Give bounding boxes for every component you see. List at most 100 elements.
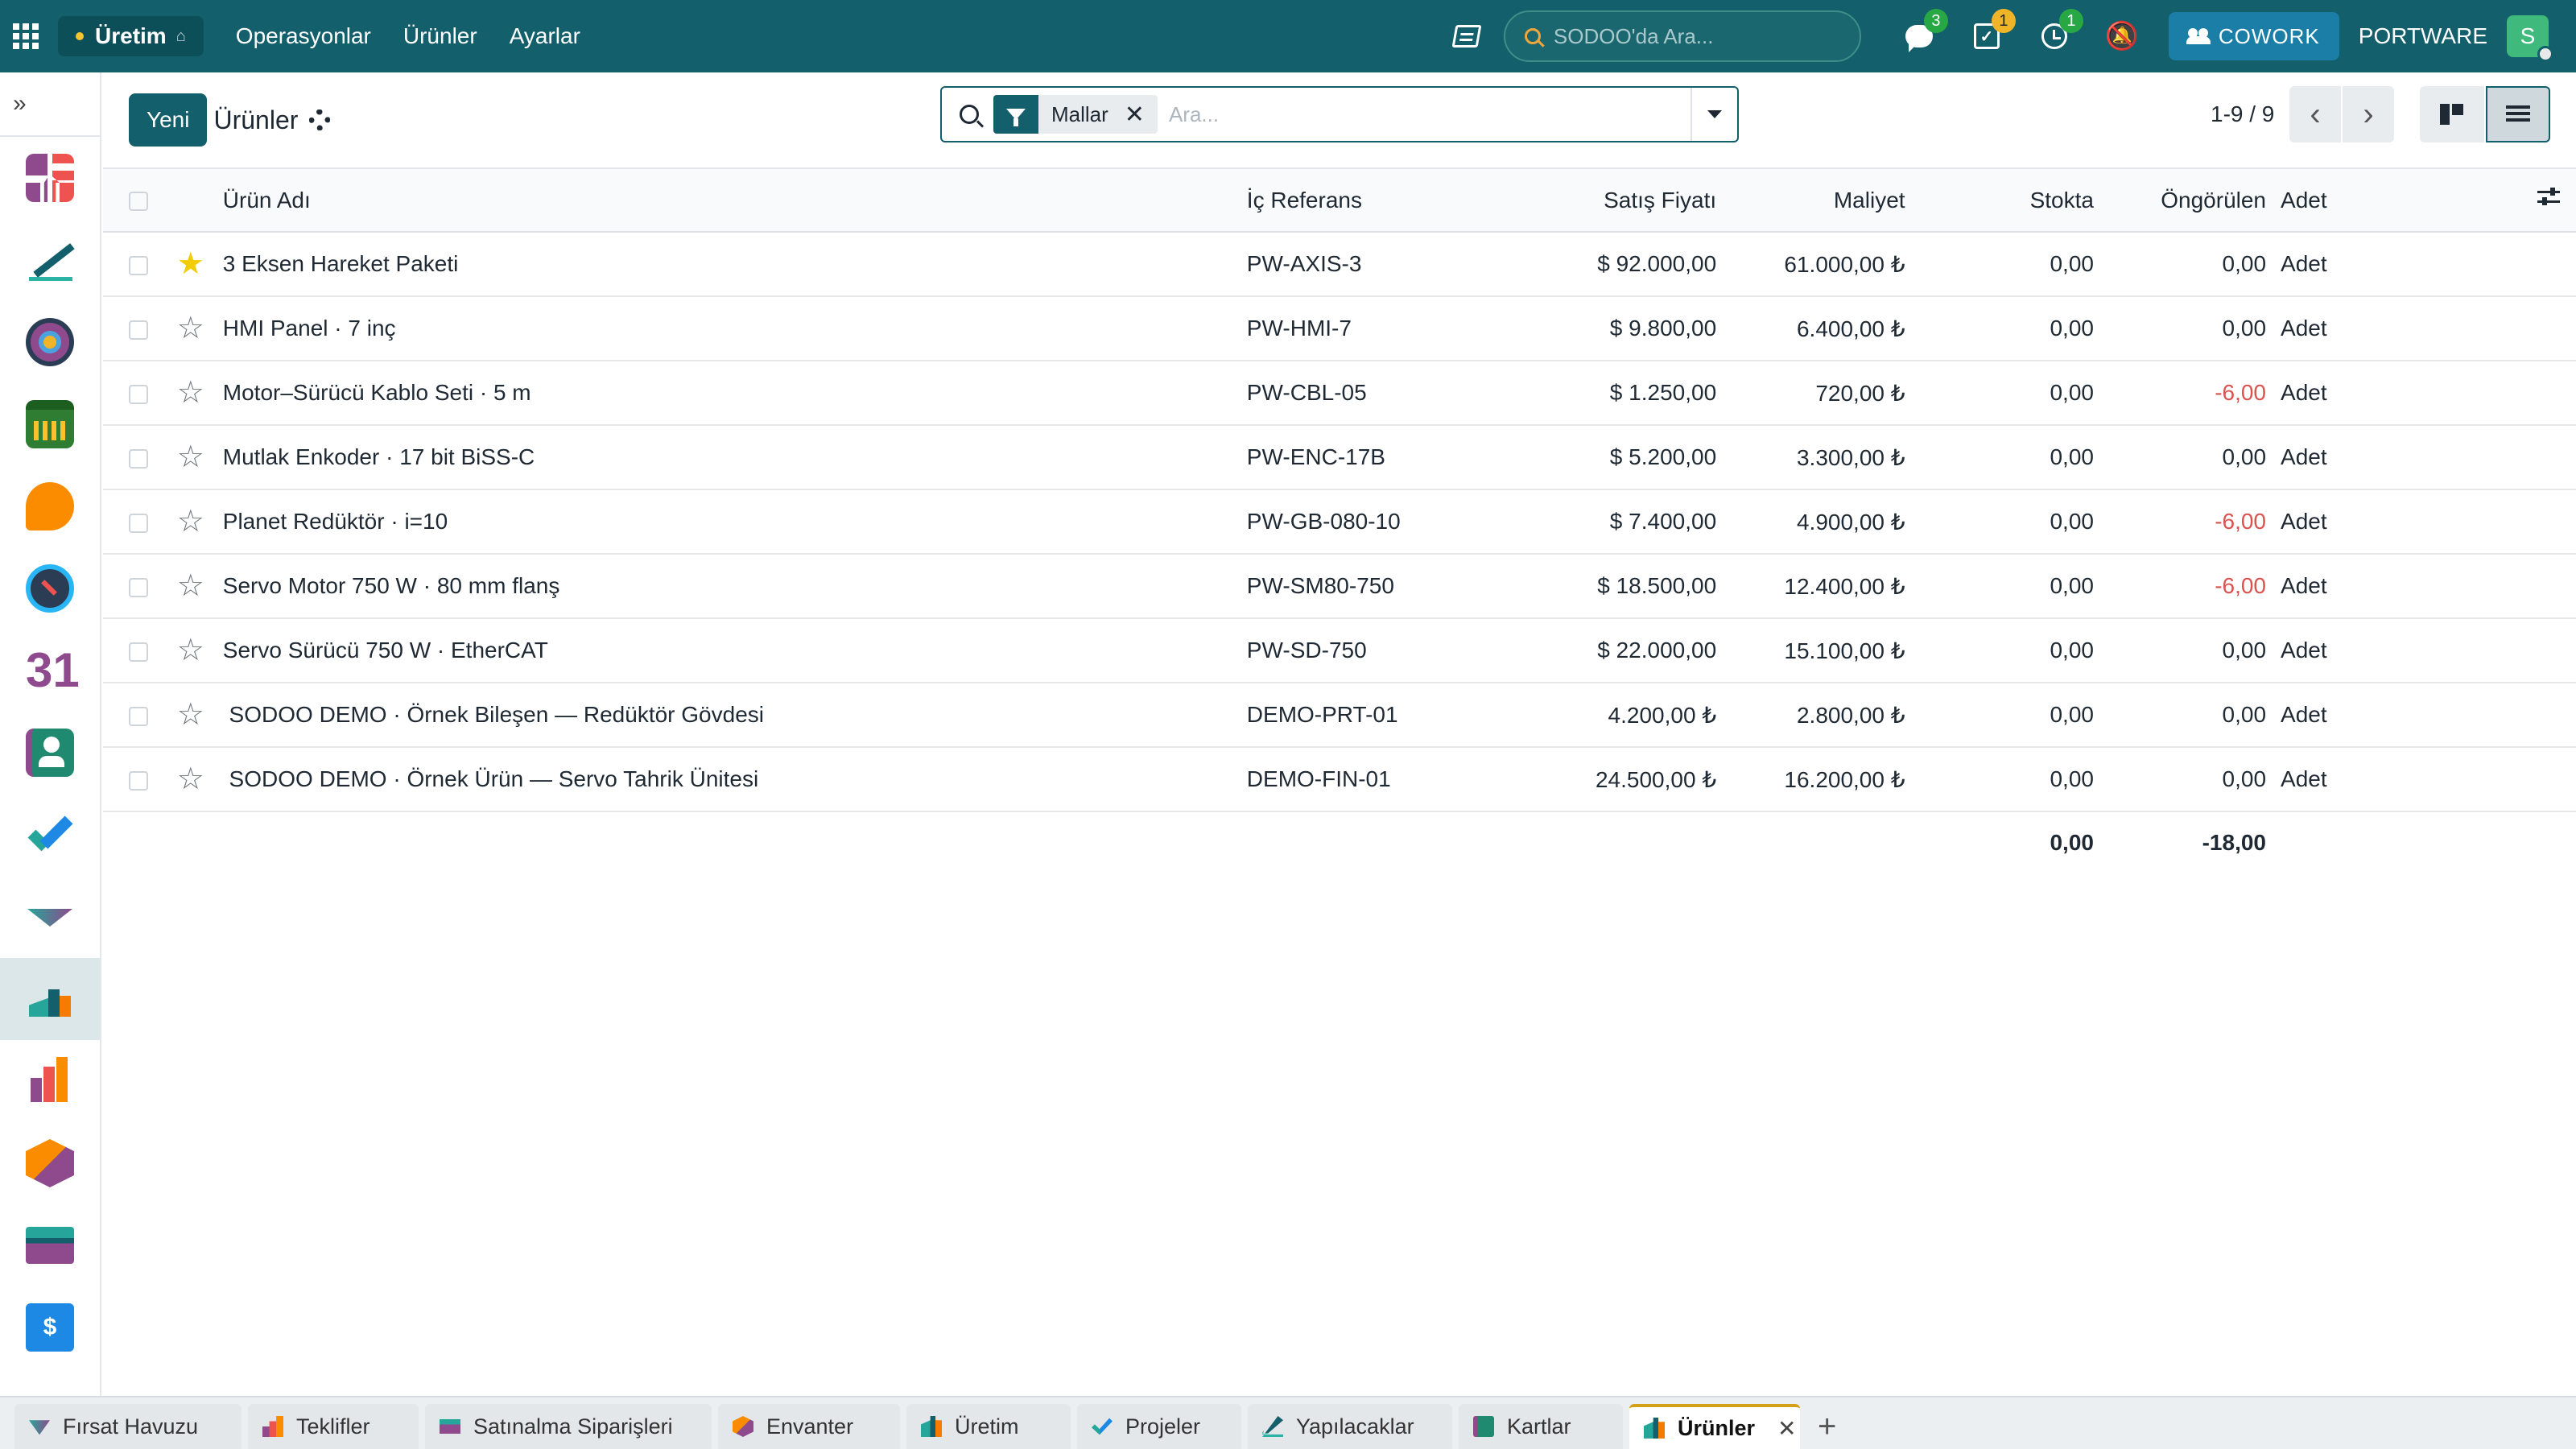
cowork-button[interactable]: COWORK — [2168, 12, 2339, 60]
row-select-cell — [103, 683, 177, 748]
tab-pipeline[interactable]: Fırsat Havuzu — [14, 1404, 242, 1449]
header-unit-label[interactable]: Adet — [2281, 188, 2327, 213]
app-sidebar: » 31 $ — [0, 72, 101, 1396]
cell-unit: Adet — [2281, 361, 2576, 426]
header-forecast[interactable]: Öngörülen — [2107, 169, 2281, 233]
star-outline-icon[interactable]: ☆ — [177, 376, 204, 410]
sidebar-app-crm[interactable] — [0, 876, 100, 958]
global-search-input[interactable] — [1553, 23, 1827, 49]
total-on-hand: 0,00 — [2050, 829, 2094, 855]
row-checkbox[interactable] — [129, 577, 148, 597]
sidebar-expand-button[interactable]: » — [0, 72, 100, 137]
header-ref[interactable]: İç Referans — [1246, 169, 1518, 233]
star-outline-icon[interactable]: ☆ — [177, 634, 204, 667]
row-checkbox[interactable] — [129, 320, 148, 340]
star-outline-icon[interactable]: ☆ — [177, 312, 204, 345]
search-options-toggle[interactable] — [1690, 88, 1737, 141]
app-menu-button[interactable] — [0, 0, 52, 72]
todo-button[interactable]: ✓ 1 — [1971, 9, 2016, 52]
row-checkbox[interactable] — [129, 384, 148, 404]
tab-purchase-orders[interactable]: Satınalma Siparişleri — [425, 1404, 712, 1449]
list-view-button[interactable] — [2486, 86, 2550, 142]
header-name[interactable]: Ürün Adı — [222, 169, 1247, 233]
sidebar-app-live-chat[interactable] — [0, 465, 100, 547]
header-on-hand[interactable]: Stokta — [1919, 169, 2108, 233]
sidebar-app-community[interactable] — [0, 301, 100, 383]
star-outline-icon[interactable]: ☆ — [177, 505, 204, 539]
row-checkbox[interactable] — [129, 255, 148, 275]
sidebar-app-todo[interactable] — [0, 794, 100, 876]
sidebar-app-calendar[interactable]: 31 — [0, 630, 100, 712]
bar-chart-app-icon — [26, 1057, 74, 1105]
row-checkbox[interactable] — [129, 706, 148, 726]
pager-previous-button[interactable]: ‹ — [2289, 86, 2341, 142]
add-tab-button[interactable]: + — [1818, 1404, 1836, 1449]
header-sale-price[interactable]: Satış Fiyatı — [1517, 169, 1732, 233]
kanban-view-button[interactable] — [2420, 86, 2484, 142]
activity-button[interactable]: 1 — [2038, 9, 2083, 52]
row-checkbox[interactable] — [129, 770, 148, 791]
star-outline-icon[interactable]: ☆ — [177, 698, 204, 732]
close-tab-icon[interactable]: ✕ — [1777, 1415, 1796, 1442]
tab-todo[interactable]: Yapılacaklar — [1248, 1404, 1452, 1449]
header-cost[interactable]: Maliyet — [1731, 169, 1920, 233]
sidebar-app-contacts[interactable] — [0, 712, 100, 794]
app-name: Üretim — [95, 23, 167, 48]
table-row[interactable]: ☆ Servo Sürücü 750 W · EtherCAT PW-SD-75… — [103, 618, 2576, 683]
users-icon — [2186, 28, 2211, 44]
book-icon[interactable] — [1451, 25, 1482, 47]
pager-value[interactable]: 1-9 / 9 — [2211, 101, 2274, 127]
cell-on-hand: 0,00 — [1919, 296, 2108, 361]
table-row[interactable]: ★ 3 Eksen Hareket Paketi PW-AXIS-3 $ 92.… — [103, 232, 2576, 297]
tab-cards[interactable]: Kartlar — [1459, 1404, 1623, 1449]
tab-manufacturing[interactable]: Üretim — [906, 1404, 1071, 1449]
sidebar-app-invoicing[interactable]: $ — [0, 1286, 100, 1368]
gear-icon[interactable] — [309, 109, 331, 130]
optional-columns-icon[interactable] — [2537, 187, 2560, 207]
messages-button[interactable]: 3 — [1903, 9, 1948, 52]
table-body: ★ 3 Eksen Hareket Paketi PW-AXIS-3 $ 92.… — [103, 232, 2576, 873]
pager-next-button[interactable]: › — [2343, 86, 2394, 142]
table-row[interactable]: ☆ HMI Panel · 7 inç PW-HMI-7 $ 9.800,00 … — [103, 296, 2576, 361]
tab-products[interactable]: Ürünler ✕ — [1629, 1404, 1800, 1449]
tab-inventory[interactable]: Envanter — [718, 1404, 900, 1449]
sidebar-app-sign[interactable] — [0, 219, 100, 301]
sidebar-app-purchase[interactable] — [0, 1204, 100, 1286]
star-outline-icon[interactable]: ☆ — [177, 569, 204, 603]
remove-facet-icon[interactable]: ✕ — [1125, 101, 1145, 129]
user-avatar[interactable]: S — [2507, 15, 2553, 62]
main-content: Yeni Ürünler Mallar ✕ 1-9 / 9 ‹ › Ürün A… — [103, 72, 2576, 1396]
table-row[interactable]: ☆ 󠁿 SODOO DEMO · Örnek Bileşen — Redüktö… — [103, 683, 2576, 748]
table-row[interactable]: ☆ Motor–Sürücü Kablo Seti · 5 m PW-CBL-0… — [103, 361, 2576, 426]
cell-cost: 12.400,00 ₺ — [1731, 554, 1920, 619]
new-button[interactable]: Yeni — [129, 93, 208, 147]
tab-projects[interactable]: Projeler — [1077, 1404, 1241, 1449]
sidebar-app-timesheets[interactable] — [0, 547, 100, 630]
global-search[interactable] — [1503, 10, 1861, 62]
current-app-pill[interactable]: Üretim ⌂ — [58, 16, 204, 56]
star-icon[interactable]: ★ — [177, 247, 204, 281]
table-row[interactable]: ☆ 󠁿 SODOO DEMO · Örnek Ürün — Servo Tahr… — [103, 747, 2576, 812]
menu-products[interactable]: Ürünler — [387, 23, 493, 49]
sidebar-app-manufacturing[interactable] — [0, 958, 100, 1040]
tab-quotations[interactable]: Teklifler — [248, 1404, 419, 1449]
menu-operations[interactable]: Operasyonlar — [220, 23, 387, 49]
sidebar-app-calendar-events[interactable] — [0, 383, 100, 465]
table-row[interactable]: ☆ Planet Redüktör · i=10 PW-GB-080-10 $ … — [103, 489, 2576, 555]
notifications-button[interactable]: 🔕 — [2105, 20, 2139, 52]
table-row[interactable]: ☆ Mutlak Enkoder · 17 bit BiSS-C PW-ENC-… — [103, 425, 2576, 490]
menu-settings[interactable]: Ayarlar — [493, 23, 597, 49]
row-checkbox[interactable] — [129, 448, 148, 469]
table-row[interactable]: ☆ Servo Motor 750 W · 80 mm flanş PW-SM8… — [103, 554, 2576, 619]
row-checkbox[interactable] — [129, 642, 148, 662]
sidebar-app-inventory[interactable] — [0, 1122, 100, 1204]
favorite-header — [176, 169, 223, 233]
sidebar-app-dashboards[interactable] — [0, 137, 100, 219]
star-outline-icon[interactable]: ☆ — [177, 762, 204, 796]
search-input[interactable] — [1168, 101, 1690, 127]
company-switcher[interactable]: PORTWARE — [2359, 23, 2487, 49]
select-all-checkbox[interactable] — [129, 192, 148, 212]
star-outline-icon[interactable]: ☆ — [177, 440, 204, 474]
row-checkbox[interactable] — [129, 513, 148, 533]
sidebar-app-sales[interactable] — [0, 1040, 100, 1122]
